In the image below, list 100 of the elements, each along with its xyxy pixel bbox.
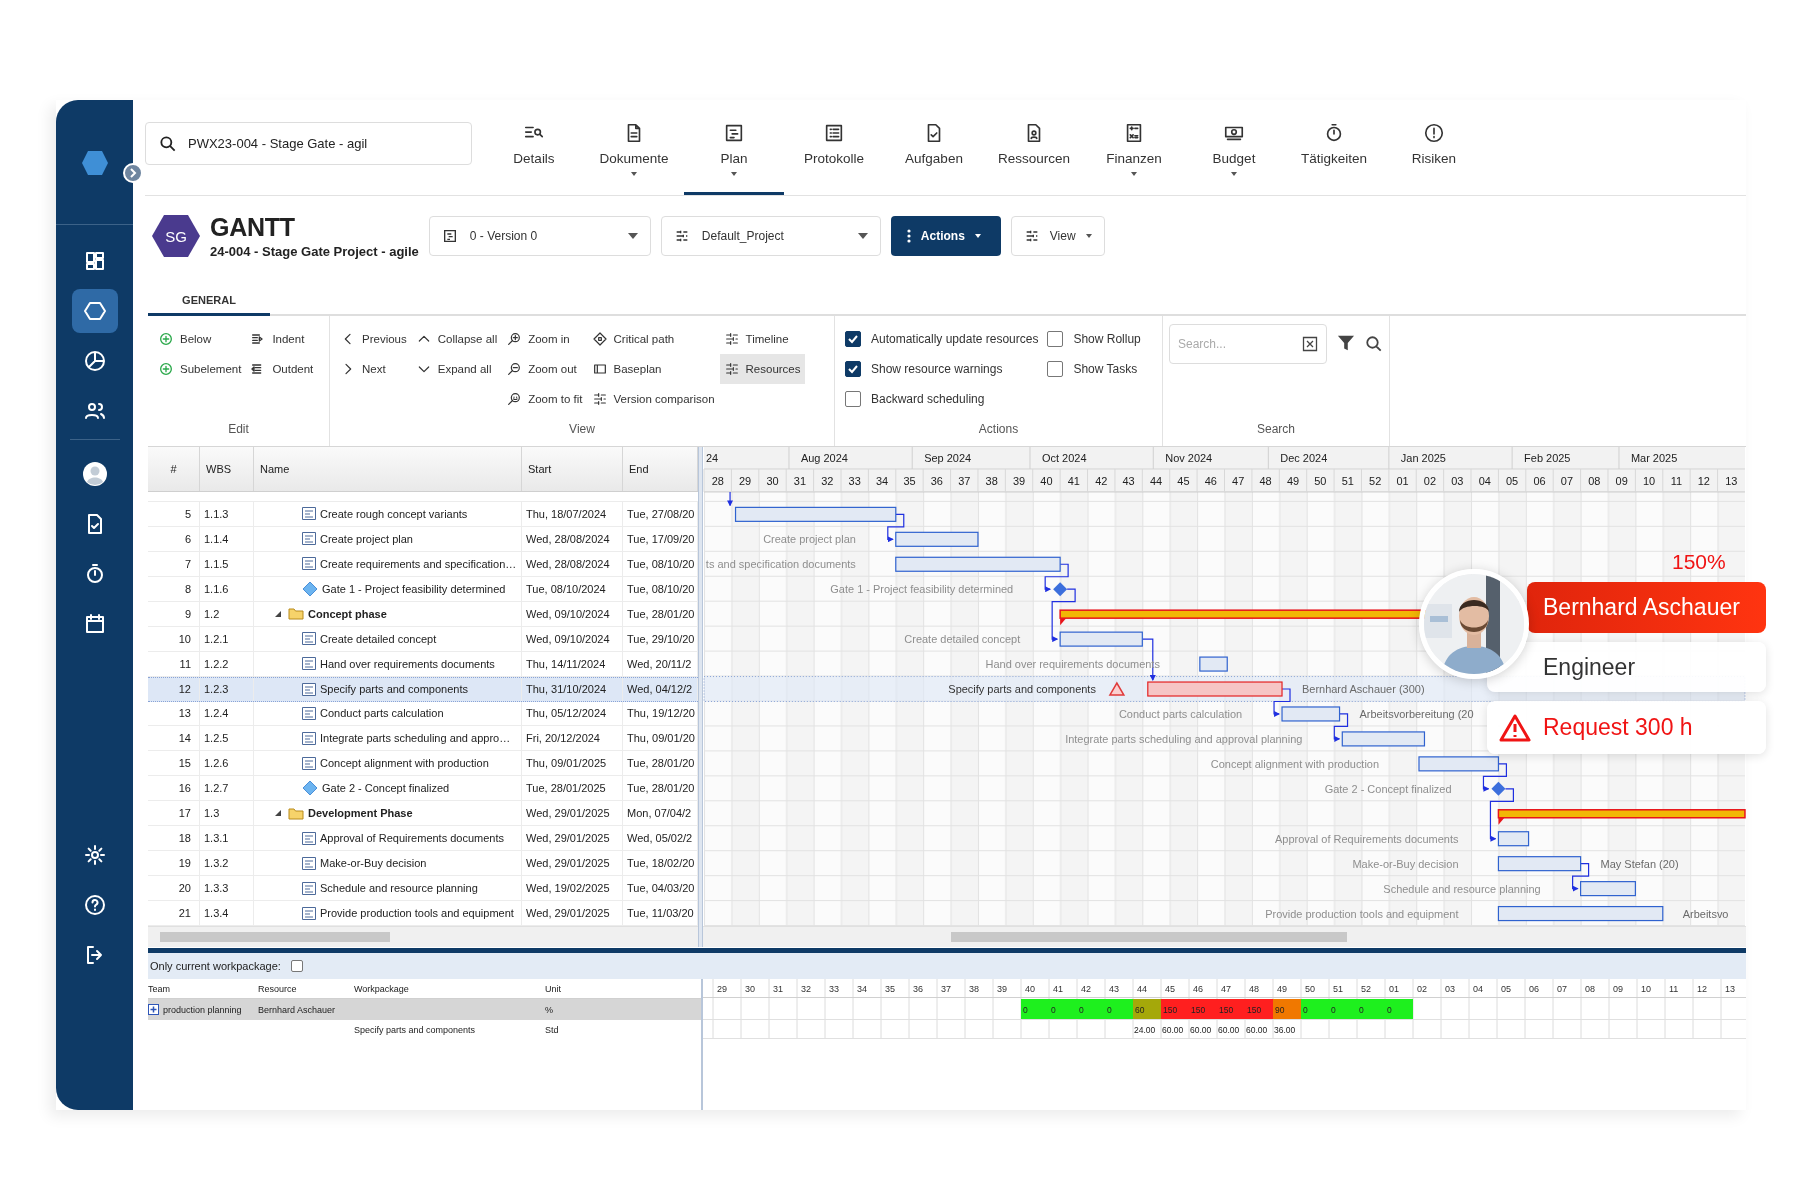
- table-row[interactable]: 10 1.2.1 Create detailed concept Wed, 09/10/2024 Tue, 29/10/20: [148, 626, 698, 652]
- toolbar-button[interactable]: Outdent: [246, 354, 318, 384]
- nav-tab[interactable]: Finanzen: [1084, 100, 1184, 195]
- scrollbar[interactable]: [703, 926, 1746, 947]
- task-name: Create requirements and specification…: [320, 557, 517, 570]
- toolbar-button[interactable]: Subelement: [154, 354, 246, 384]
- week-label: 01: [1389, 984, 1399, 994]
- zoom-in-icon: [506, 331, 523, 347]
- expand-icon[interactable]: [148, 1004, 159, 1015]
- task-bar[interactable]: [734, 506, 897, 522]
- actions-button[interactable]: Actions: [890, 216, 1001, 256]
- nav-tab[interactable]: Budget: [1184, 100, 1284, 195]
- table-row[interactable]: 13 1.2.4 Conduct parts calculation Thu, 05/12/2024 Thu, 19/12/20: [148, 701, 698, 727]
- table-row[interactable]: 12 1.2.3 Specify parts and components Thu, 31/10/2024 Wed, 04/12/2: [148, 676, 698, 702]
- nav-tab[interactable]: Details: [484, 100, 584, 195]
- table-row[interactable]: 5 1.1.3 Create rough concept variants Thu, 18/07/2024 Tue, 27/08/20: [148, 501, 698, 527]
- toolbar-button[interactable]: Indent: [246, 324, 318, 354]
- column-header[interactable]: Workpackage: [354, 983, 545, 994]
- column-header[interactable]: WBS: [200, 447, 254, 491]
- ribbon-tab[interactable]: GENERAL: [148, 286, 270, 316]
- task-name: Specify parts and components: [320, 683, 468, 696]
- week-label: 51: [1341, 474, 1354, 487]
- scrollbar[interactable]: [148, 926, 698, 948]
- view-button[interactable]: View: [1010, 216, 1105, 256]
- task-bar[interactable]: [895, 556, 1061, 572]
- nav-tab[interactable]: Tätigkeiten: [1284, 100, 1384, 195]
- column-header[interactable]: Team: [148, 983, 258, 994]
- table-row[interactable]: 11 1.2.2 Hand over requirements documents Thu, 14/11/2024 Wed, 20/11/2: [148, 651, 698, 677]
- checkbox[interactable]: [845, 331, 861, 347]
- checkbox[interactable]: [1047, 361, 1064, 377]
- toolbar-button[interactable]: Baseplan: [587, 354, 719, 384]
- week-label: 44: [1137, 984, 1147, 994]
- task-bar[interactable]: [1497, 856, 1582, 872]
- task-bar[interactable]: [1497, 906, 1664, 922]
- layout-dropdown[interactable]: Default_Project: [660, 216, 881, 256]
- task-bar[interactable]: [1497, 831, 1530, 847]
- table-row[interactable]: 19 1.3.2 Make-or-Buy decision Wed, 29/01/2025 Tue, 18/02/20: [148, 851, 698, 877]
- toolbar-button[interactable]: Expand all: [411, 354, 502, 384]
- table-row[interactable]: 7 1.1.5 Create requirements and specification… Wed, 28/08/2024 Tue, 08/10/20: [148, 551, 698, 577]
- toolbar-button[interactable]: Collapse all: [411, 324, 502, 354]
- column-header[interactable]: Resource: [258, 983, 354, 994]
- task-bar[interactable]: [1059, 631, 1143, 647]
- sidebar-item[interactable]: [71, 289, 118, 333]
- table-row[interactable]: 17 1.3 Development Phase Wed, 29/01/2025 Mon, 07/04/2: [148, 801, 698, 827]
- bar-label: Create project plan: [763, 533, 856, 546]
- task-bar[interactable]: [1199, 656, 1228, 672]
- scroll-thumb[interactable]: [951, 932, 1347, 943]
- expand-button[interactable]: [123, 163, 143, 183]
- collapse-triangle-icon[interactable]: [274, 609, 282, 618]
- search-field[interactable]: PWX23-004 - Stage Gate - agil: [145, 122, 472, 165]
- column-header[interactable]: Name: [254, 447, 522, 491]
- toolbar-button[interactable]: Zoom to fit: [502, 384, 587, 414]
- column-header[interactable]: Unit: [545, 983, 625, 994]
- search-icon[interactable]: [1365, 334, 1383, 354]
- filter-icon[interactable]: [1337, 334, 1356, 352]
- checkbox[interactable]: [845, 391, 861, 407]
- nav-tab[interactable]: Plan: [684, 100, 784, 195]
- clear-icon[interactable]: [1302, 336, 1319, 352]
- toolbar-button[interactable]: Timeline: [719, 324, 805, 354]
- nav-tab[interactable]: Ressourcen: [984, 100, 1084, 195]
- table-row[interactable]: 14 1.2.5 Integrate parts scheduling and appro… Fri, 20/12/2024 Thu, 09/01/20: [148, 726, 698, 752]
- column-header[interactable]: #: [148, 447, 200, 491]
- folder-icon: [288, 607, 304, 621]
- nav-tab[interactable]: Aufgaben: [884, 100, 984, 195]
- nav-tab[interactable]: Risiken: [1384, 100, 1484, 195]
- table-cell: 11: [148, 651, 200, 676]
- toolbar-button[interactable]: Below: [154, 324, 246, 354]
- toolbar-button[interactable]: Zoom in: [502, 324, 587, 354]
- version-dropdown[interactable]: 0 - Version 0: [428, 216, 651, 256]
- checkbox[interactable]: [290, 960, 303, 972]
- table-cell: Fri, 20/12/2024: [522, 726, 623, 751]
- table-row[interactable]: 18 1.3.1 Approval of Requirements documents Wed, 29/01/2025 Wed, 05/02/2: [148, 826, 698, 852]
- table-row[interactable]: 6 1.1.4 Create project plan Wed, 28/08/2024 Tue, 17/09/20: [148, 526, 698, 552]
- table-row[interactable]: 9 1.2 Concept phase Wed, 09/10/2024 Tue, 28/01/20: [148, 601, 698, 627]
- task-bar[interactable]: [1281, 706, 1341, 722]
- task-bar[interactable]: [1341, 731, 1426, 747]
- toolbar-button[interactable]: Next: [336, 354, 411, 384]
- table-row[interactable]: 20 1.3.3 Schedule and resource planning Wed, 19/02/2025 Tue, 04/03/20: [148, 876, 698, 902]
- column-header[interactable]: Start: [522, 447, 623, 491]
- task-bar[interactable]: [1580, 881, 1636, 897]
- nav-tab[interactable]: Dokumente: [584, 100, 684, 195]
- task-bar[interactable]: [1418, 756, 1500, 772]
- toolbar-button[interactable]: Resources: [719, 354, 805, 384]
- task-bar[interactable]: [895, 531, 979, 547]
- toolbar-button[interactable]: Zoom out: [502, 354, 587, 384]
- nav-tab[interactable]: Protokolle: [784, 100, 884, 195]
- checkbox[interactable]: [845, 361, 861, 377]
- toolbar-button[interactable]: Critical path: [587, 324, 719, 354]
- collapse-triangle-icon[interactable]: [274, 809, 282, 818]
- table-row[interactable]: 8 1.1.6 Gate 1 - Project feasibility determined Tue, 08/10/2024 Tue, 08/10/20: [148, 576, 698, 602]
- checkbox[interactable]: [1047, 331, 1064, 347]
- table-cell: Wed, 28/08/2024: [522, 551, 623, 576]
- scroll-thumb[interactable]: [160, 932, 390, 943]
- table-row[interactable]: 16 1.2.7 Gate 2 - Concept finalized Tue, 28/01/2025 Tue, 28/01/20: [148, 776, 698, 802]
- toolbar-button[interactable]: Previous: [336, 324, 411, 354]
- resource-row[interactable]: production planning Bernhard Aschauer %: [148, 999, 701, 1020]
- week-label: 45: [1177, 474, 1190, 487]
- toolbar-button[interactable]: Version comparison: [587, 384, 719, 414]
- table-cell-text: Specify parts and components: [354, 1025, 477, 1035]
- table-row[interactable]: 15 1.2.6 Concept alignment with production Thu, 09/01/2025 Tue, 28/01/20: [148, 751, 698, 777]
